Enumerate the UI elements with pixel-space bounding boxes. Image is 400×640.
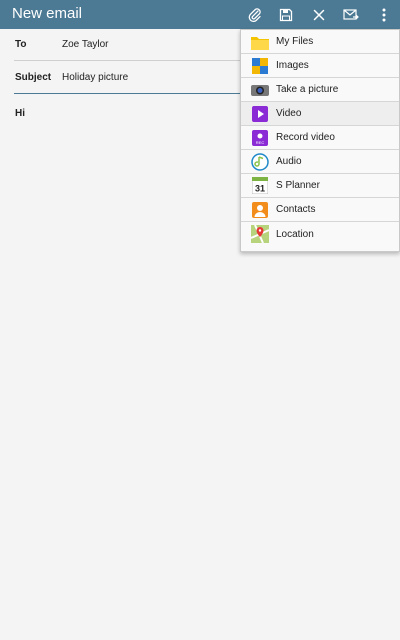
close-icon — [313, 9, 325, 21]
save-button[interactable] — [271, 0, 301, 29]
calendar-day-text: 31 — [255, 184, 265, 194]
menu-item-audio[interactable]: Audio — [241, 150, 399, 174]
paperclip-icon — [247, 7, 263, 23]
to-divider — [14, 60, 242, 61]
menu-item-label: Audio — [276, 156, 302, 167]
map-icon — [251, 225, 269, 243]
menu-item-my-files[interactable]: My Files — [241, 30, 399, 54]
subject-divider — [14, 93, 242, 94]
attach-button[interactable] — [240, 0, 270, 29]
menu-item-label: Video — [276, 108, 302, 119]
record-video-icon: REC — [251, 129, 269, 147]
page-title: New email — [12, 5, 83, 22]
more-options-button[interactable] — [369, 0, 399, 29]
subject-field[interactable]: Holiday picture — [62, 72, 128, 83]
to-field[interactable]: Zoe Taylor — [62, 39, 109, 50]
subject-label: Subject — [15, 72, 52, 83]
calendar-icon: 31 — [251, 177, 269, 195]
save-icon — [279, 8, 293, 22]
menu-item-s-planner[interactable]: 31 S Planner — [241, 174, 399, 198]
menu-item-take-picture[interactable]: Take a picture — [241, 78, 399, 102]
menu-item-label: Location — [276, 228, 314, 240]
menu-item-location[interactable]: Location — [241, 222, 399, 246]
contacts-icon — [251, 201, 269, 219]
menu-item-label: Take a picture — [276, 84, 339, 95]
more-vertical-icon — [382, 8, 386, 22]
menu-item-contacts[interactable]: Contacts — [241, 198, 399, 222]
app-header: New email — [0, 0, 400, 29]
video-icon — [251, 105, 269, 123]
send-button[interactable] — [336, 0, 366, 29]
menu-item-label: My Files — [276, 36, 314, 47]
attach-menu: My Files Images Take a picture Video REC… — [240, 29, 400, 252]
menu-item-images[interactable]: Images — [241, 54, 399, 78]
camera-icon — [251, 81, 269, 99]
to-label: To — [15, 39, 27, 50]
email-body[interactable]: Hi — [15, 108, 25, 119]
send-mail-icon — [343, 8, 359, 22]
audio-icon — [251, 152, 269, 171]
folder-icon — [251, 33, 269, 51]
rec-text: REC — [256, 140, 265, 145]
images-icon — [251, 57, 269, 75]
menu-item-label: Images — [276, 60, 309, 71]
menu-item-record-video[interactable]: REC Record video — [241, 126, 399, 150]
menu-item-label: S Planner — [276, 180, 320, 191]
menu-item-label: Record video — [276, 132, 335, 143]
discard-button[interactable] — [304, 0, 334, 29]
menu-item-label: Contacts — [276, 204, 316, 215]
menu-item-video[interactable]: Video — [241, 102, 399, 126]
